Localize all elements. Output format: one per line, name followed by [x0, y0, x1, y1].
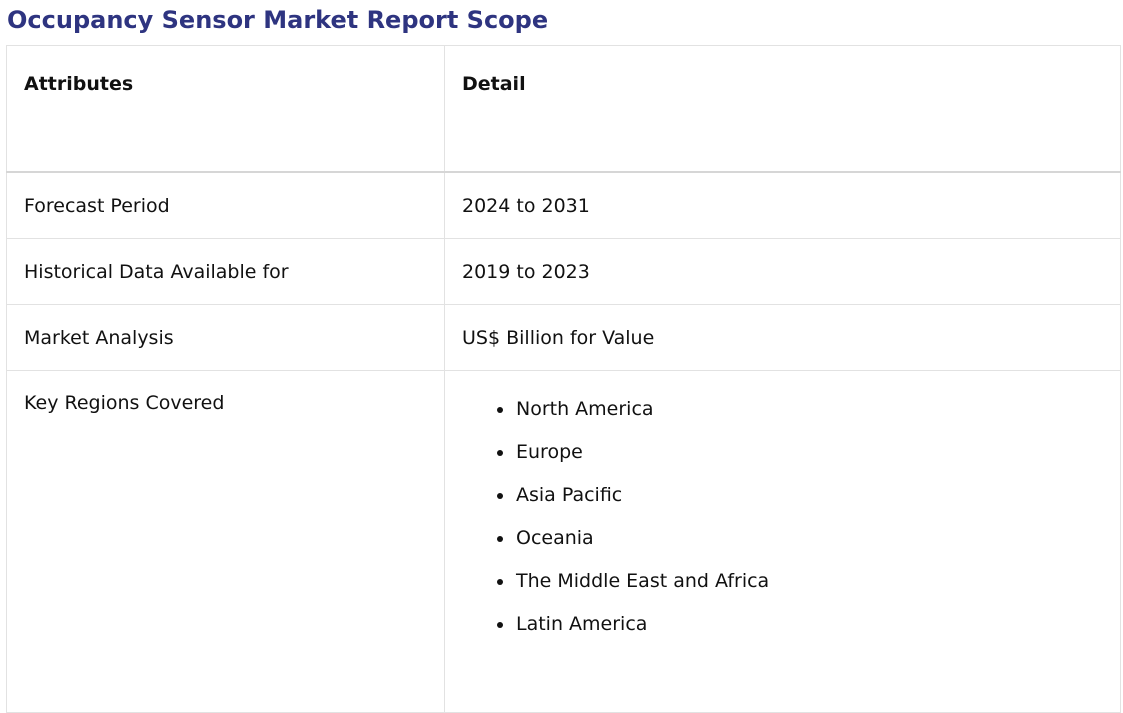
list-item: Europe: [515, 441, 1103, 464]
report-scope-table: Attributes Detail Forecast Period 2024 t…: [6, 45, 1121, 713]
list-item: North America: [515, 398, 1103, 421]
header-attributes: Attributes: [6, 45, 445, 173]
list-item: Latin America: [515, 613, 1103, 636]
list-item: Oceania: [515, 527, 1103, 550]
detail-cell: 2019 to 2023: [444, 238, 1121, 305]
detail-cell: 2024 to 2031: [444, 171, 1121, 239]
table-row: Forecast Period 2024 to 2031: [6, 171, 1121, 239]
list-item: Asia Pacific: [515, 484, 1103, 507]
region-list: North America Europe Asia Pacific Oceani…: [462, 398, 1103, 636]
table-row: Market Analysis US$ Billion for Value: [6, 304, 1121, 371]
attribute-cell: Market Analysis: [6, 304, 445, 371]
table-header-row: Attributes Detail: [6, 45, 1121, 173]
attribute-cell: Forecast Period: [6, 171, 445, 239]
detail-cell-regions: North America Europe Asia Pacific Oceani…: [444, 370, 1121, 713]
table-row: Historical Data Available for 2019 to 20…: [6, 238, 1121, 305]
table-row-regions: Key Regions Covered North America Europe…: [6, 370, 1121, 713]
detail-cell: US$ Billion for Value: [444, 304, 1121, 371]
attribute-cell: Key Regions Covered: [6, 370, 445, 713]
list-item: The Middle East and Africa: [515, 570, 1103, 593]
header-detail: Detail: [444, 45, 1121, 173]
attribute-cell: Historical Data Available for: [6, 238, 445, 305]
page-title: Occupancy Sensor Market Report Scope: [7, 6, 549, 34]
